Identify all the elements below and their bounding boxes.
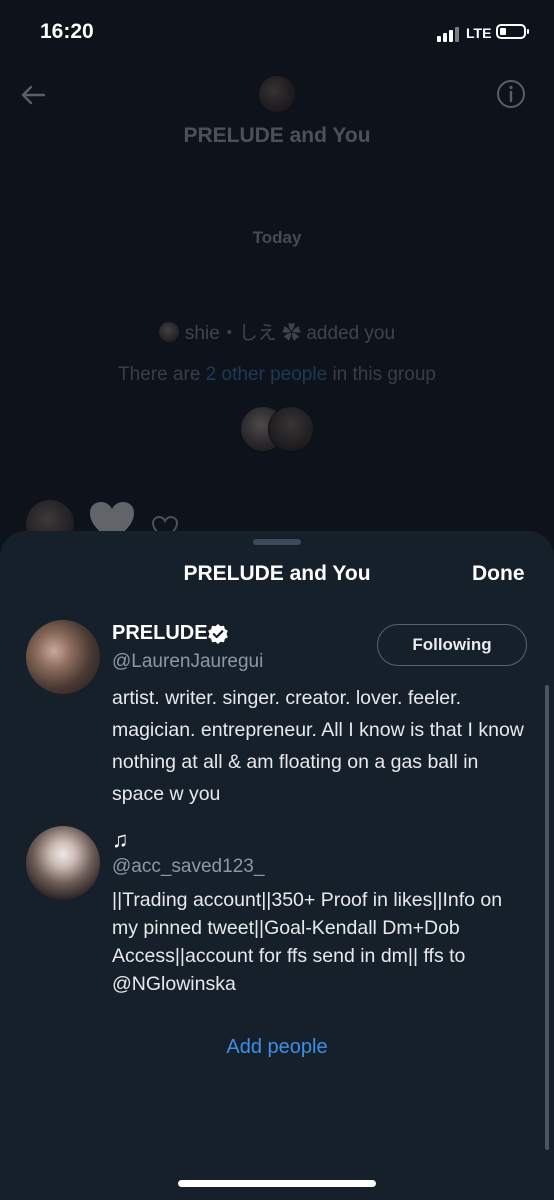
member-avatar-acc-saved[interactable]: [26, 826, 100, 900]
group-info-message: There are 2 other people in this group: [0, 364, 554, 386]
conversation-title: PRELUDE and You: [183, 124, 371, 147]
date-separator: Today: [252, 228, 302, 247]
back-arrow-icon[interactable]: [18, 80, 48, 110]
sheet-title: PRELUDE and You: [183, 562, 371, 585]
group-avatars[interactable]: [240, 406, 316, 452]
group-text-after: in this group: [327, 364, 436, 385]
info-icon[interactable]: [496, 79, 526, 109]
conversation-avatar[interactable]: [259, 76, 295, 112]
verified-badge-icon: [208, 624, 228, 644]
member-avatar-prelude[interactable]: [26, 620, 100, 694]
add-people-button[interactable]: Add people: [0, 1036, 554, 1059]
home-indicator[interactable]: [178, 1180, 376, 1187]
added-text: shie・しえ ✿ added you: [184, 323, 396, 344]
done-button[interactable]: Done: [472, 562, 525, 586]
system-message-added: shie・しえ ✿ added you: [0, 318, 554, 345]
adder-avatar: [158, 322, 179, 342]
member-handle: @LaurenJauregui: [112, 651, 264, 672]
member-bio: ||Trading account||350+ Proof in likes||…: [112, 889, 503, 995]
member-bio: artist. writer. singer. creator. lover. …: [112, 687, 524, 805]
member-handle: @acc_saved123_: [112, 856, 265, 877]
member-name[interactable]: PRELUDE: [112, 622, 208, 645]
signal-strength-icon: [437, 26, 461, 42]
following-button[interactable]: Following: [377, 624, 527, 666]
status-bar: 16:20 LTE: [0, 0, 554, 64]
sheet-grabber[interactable]: [253, 539, 301, 545]
battery-icon: [496, 24, 529, 39]
other-people-link[interactable]: 2 other people: [206, 364, 328, 385]
scrollbar[interactable]: [545, 685, 549, 1150]
network-type: LTE: [466, 25, 492, 41]
status-time: 16:20: [40, 20, 94, 43]
group-text-before: There are: [118, 364, 206, 385]
group-avatar-2: [268, 406, 314, 452]
member-name[interactable]: ♫: [112, 827, 129, 853]
